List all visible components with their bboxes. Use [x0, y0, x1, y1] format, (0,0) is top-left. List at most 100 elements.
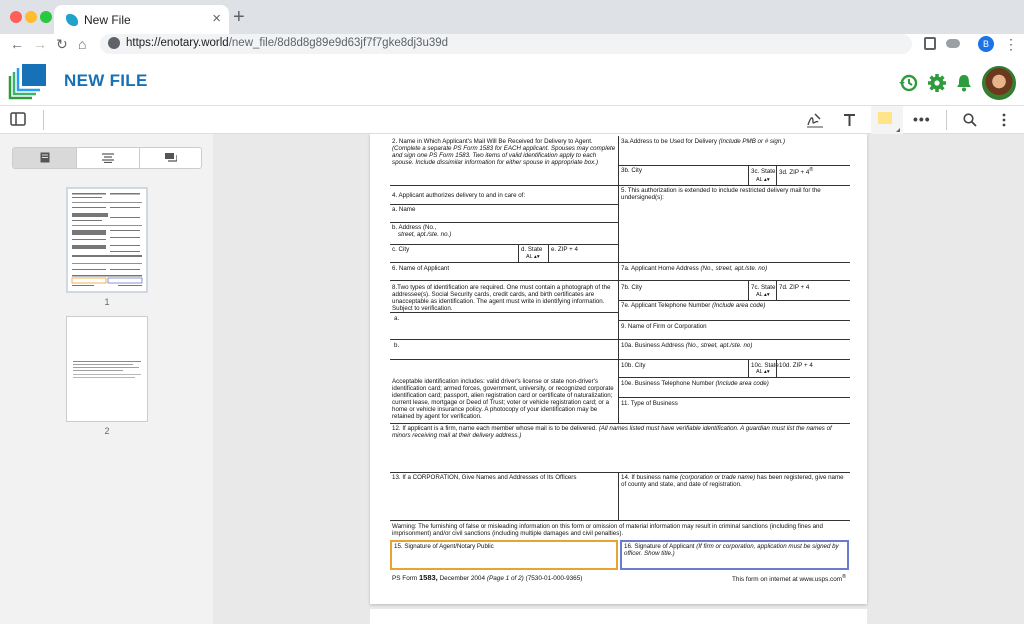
new-tab-button[interactable]: +: [233, 6, 245, 29]
field-10b-label: 10b. City: [621, 362, 646, 369]
more-tools-icon[interactable]: •••: [913, 111, 931, 127]
history-icon[interactable]: [898, 73, 918, 93]
field-11-label: 11. Type of Business: [621, 400, 678, 407]
acceptable-id-text: Acceptable identification includes: vali…: [392, 378, 614, 420]
field-2-note: (Complete a separate PS Form 1583 for EA…: [392, 145, 616, 166]
browser-toolbar: ← → ↻ ⌂ https://enotary.world/new_file/8…: [0, 34, 1024, 54]
address-url[interactable]: https://enotary.world/new_file/8d8d8g89e…: [126, 37, 448, 49]
state-select-7c[interactable]: AL ▴▾: [756, 292, 770, 298]
state-select-4d[interactable]: AL ▴▾: [526, 254, 540, 260]
thumbnails-view-tab[interactable]: [13, 148, 76, 168]
maximize-window-button[interactable]: [40, 11, 52, 23]
field-4b-note: street, apt./ste. no.): [398, 231, 452, 238]
tab-favicon-icon: [66, 14, 78, 26]
notifications-bell-icon[interactable]: [955, 73, 973, 93]
document-page: 2. Name in Which Applicant's Mail Will B…: [370, 134, 867, 604]
field-2-label: 2. Name in Which Applicant's Mail Will B…: [392, 138, 593, 145]
text-tool-icon[interactable]: [843, 113, 856, 127]
home-button[interactable]: ⌂: [78, 36, 86, 52]
state-select-10c[interactable]: AL ▴▾: [756, 369, 770, 375]
field-5-label: 5. This authorization is extended to inc…: [621, 187, 821, 201]
document-menu-icon[interactable]: [1002, 113, 1006, 127]
forward-button[interactable]: →: [33, 36, 47, 52]
page-thumbnail-1[interactable]: [66, 187, 148, 293]
field-9-label: 9. Name of Firm or Corporation: [621, 323, 707, 330]
toolbar-divider: [43, 110, 44, 130]
document-page-2: [370, 609, 867, 624]
comments-icon: [165, 153, 178, 162]
sticky-note-icon: [878, 112, 892, 124]
page-thumbnails-sidebar: 1 2: [0, 134, 213, 624]
field-14-label: 14. If business name (corporation or tra…: [621, 474, 844, 488]
comments-view-tab[interactable]: [139, 148, 202, 168]
outline-view-tab[interactable]: [76, 148, 139, 168]
warning-text: Warning: The furnishing of false or misl…: [392, 523, 823, 537]
field-3a-label: 3a.Address to be Used for Delivery (Incl…: [621, 138, 786, 145]
field-6-label: 6. Name of Applicant: [392, 265, 450, 272]
field-4d-label: d. State: [521, 246, 543, 253]
extension-cloud-icon[interactable]: [946, 39, 960, 48]
sidebar-view-toggle: [12, 147, 202, 169]
field-10a-label: 10a. Business Address (No., street, apt.…: [621, 342, 753, 349]
field-10d-label: 10d. ZIP + 4: [779, 362, 813, 369]
field-8-label: 8.Two types of identification are requir…: [392, 284, 611, 312]
page-number-label: 2: [104, 426, 110, 436]
field-4a-label: a. Name: [392, 206, 416, 213]
field-3d-label: 3d. ZIP + 4®: [779, 167, 814, 177]
extension-shield-icon[interactable]: [924, 37, 936, 50]
sticky-note-tool[interactable]: [871, 106, 903, 134]
form-footer-left: PS Form 1583, December 2004 (Page 1 of 2…: [392, 573, 583, 582]
applicant-signature-field[interactable]: 16. Signature of Applicant (If firm or c…: [620, 540, 849, 570]
sticky-note-dropdown-icon[interactable]: [896, 128, 900, 132]
outline-icon: [102, 153, 114, 164]
close-window-button[interactable]: [10, 11, 22, 23]
page-icon: [40, 152, 49, 163]
settings-gear-icon[interactable]: [927, 73, 947, 93]
user-avatar[interactable]: [982, 66, 1016, 100]
tab-title: New File: [84, 13, 131, 27]
minimize-window-button[interactable]: [25, 11, 37, 23]
field-4b-label: b. Address (No.,: [392, 224, 437, 231]
tab-close-icon[interactable]: ×: [212, 11, 221, 27]
field-13-label: 13. If a CORPORATION, Give Names and Add…: [392, 474, 577, 481]
toolbar-divider: [946, 110, 947, 130]
field-16-label: 16. Signature of Applicant (If firm or c…: [624, 543, 839, 557]
field-7c-label: 7c. State: [751, 284, 776, 291]
field-4c-label: c. City: [392, 246, 410, 253]
app-title: NEW FILE: [64, 71, 148, 90]
field-10e-label: 10e. Business Telephone Number (Include …: [621, 380, 769, 387]
search-icon[interactable]: [963, 113, 977, 127]
app-logo-icon[interactable]: [8, 62, 48, 100]
field-7b-label: 7b. City: [621, 284, 642, 291]
field-7a-label: 7a. Applicant Home Address (No., street,…: [621, 265, 768, 272]
field-8a-label: a.: [394, 315, 400, 322]
agent-signature-field[interactable]: 15. Signature of Agent/Notary Public: [390, 540, 618, 570]
back-button[interactable]: ←: [10, 36, 24, 52]
page-number-label: 1: [104, 297, 110, 307]
field-7d-label: 7d. ZIP + 4: [779, 284, 810, 291]
document-toolbar: •••: [0, 106, 1024, 134]
field-8b-label: b.: [394, 342, 400, 349]
document-canvas: 2. Name in Which Applicant's Mail Will B…: [213, 134, 1024, 624]
app-header: NEW FILE: [0, 54, 1024, 106]
form-footer-right: This form on internet at www.usps.com®: [732, 574, 847, 584]
field-15-label: 15. Signature of Agent/Notary Public: [394, 543, 494, 550]
toggle-sidebar-icon[interactable]: [10, 112, 26, 126]
field-7e-label: 7e. Applicant Telephone Number (Include …: [621, 302, 766, 309]
browser-tab-strip: New File × +: [0, 0, 1024, 34]
browser-menu-button[interactable]: ⋮: [1004, 36, 1018, 52]
site-info-icon[interactable]: [108, 37, 120, 49]
profile-avatar-button[interactable]: B: [978, 36, 994, 52]
field-4-label: 4. Applicant authorizes delivery to and …: [392, 192, 526, 199]
browser-tab[interactable]: New File ×: [54, 5, 229, 34]
signature-tool-icon[interactable]: [806, 112, 824, 128]
field-4e-label: e. ZIP + 4: [551, 246, 578, 253]
field-3c-label: 3c. State: [751, 168, 776, 175]
address-bar[interactable]: https://enotary.world/new_file/8d8d8g89e…: [100, 34, 912, 54]
page-thumbnail-2[interactable]: [66, 316, 148, 422]
page-thumbnail-preview: [71, 193, 143, 286]
field-10c-label: 10c. State: [751, 362, 779, 369]
page-thumbnail-preview: [73, 361, 141, 378]
state-select-3c[interactable]: AL ▴▾: [756, 177, 770, 183]
reload-button[interactable]: ↻: [56, 36, 68, 52]
